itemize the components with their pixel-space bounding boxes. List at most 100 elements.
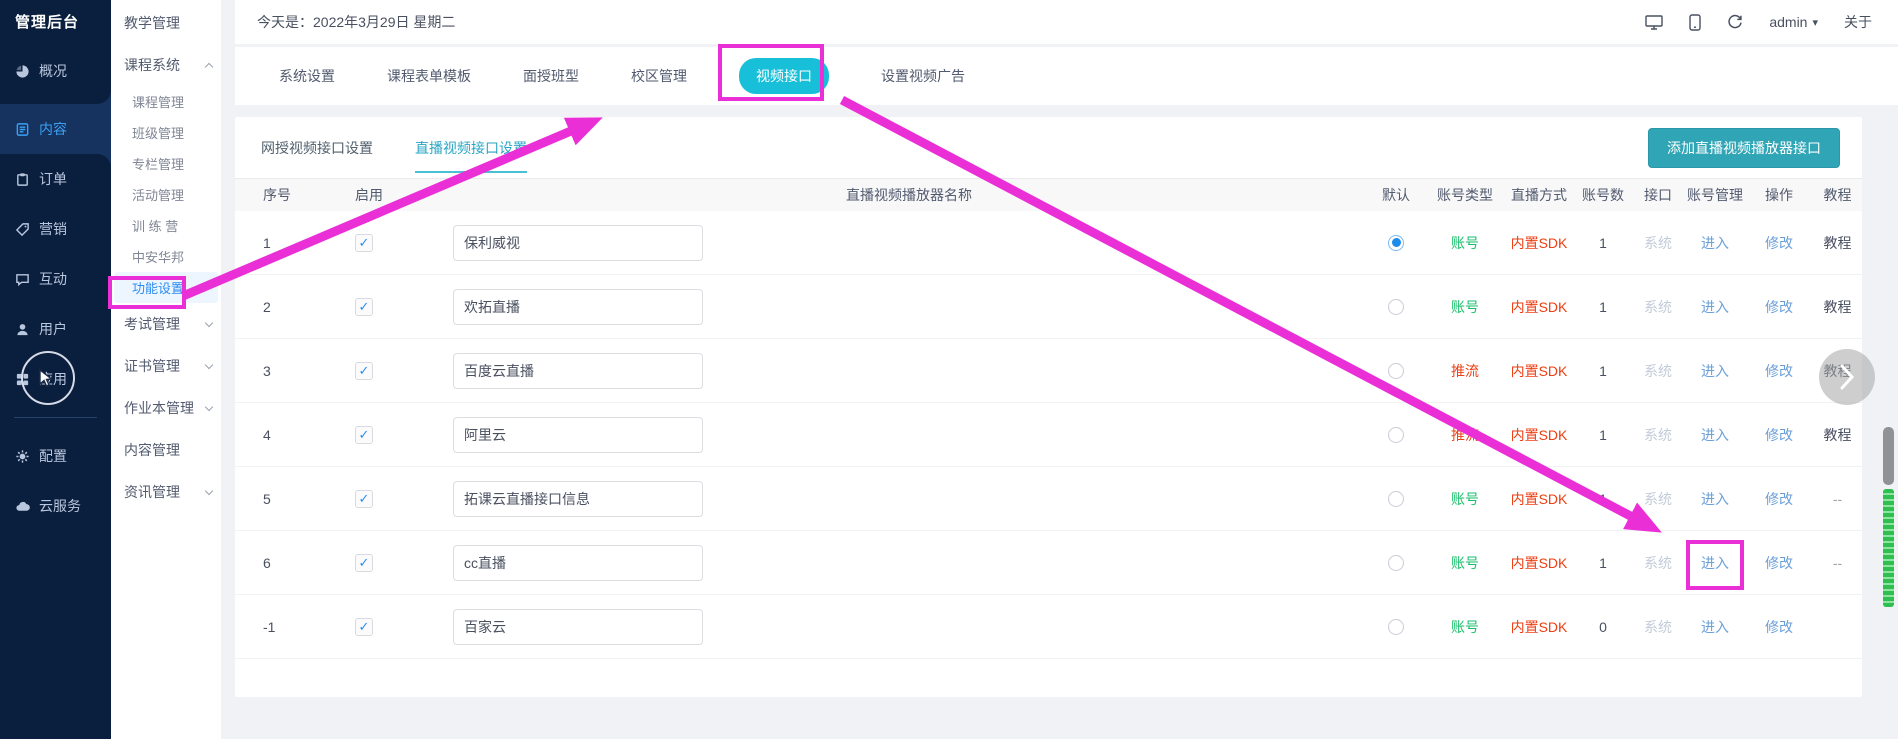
account-type: 账号 xyxy=(1427,617,1503,637)
modify-link[interactable]: 修改 xyxy=(1765,361,1793,381)
default-radio[interactable] xyxy=(1388,427,1404,443)
enable-checkbox[interactable]: ✓ xyxy=(355,490,373,508)
enable-checkbox[interactable]: ✓ xyxy=(355,234,373,252)
tab-课程表单模板[interactable]: 课程表单模板 xyxy=(387,66,471,86)
sidebar-item-label: 内容 xyxy=(39,119,67,139)
enable-checkbox[interactable]: ✓ xyxy=(355,554,373,572)
submenu-item[interactable]: 中安华邦 xyxy=(111,241,221,272)
enter-link[interactable]: 进入 xyxy=(1701,361,1729,381)
sidebar-item-label: 用户 xyxy=(39,319,67,339)
modify-link[interactable]: 修改 xyxy=(1765,553,1793,573)
submenu-item[interactable]: 考试管理 xyxy=(111,303,221,345)
submenu-item[interactable]: 活动管理 xyxy=(111,179,221,210)
submenu-item[interactable]: 功能设置 xyxy=(114,272,218,303)
tab-视频接口[interactable]: 视频接口 xyxy=(739,58,829,94)
sidebar-top-block: 管理后台 概况 xyxy=(0,0,111,104)
row-seq: 2 xyxy=(235,299,315,315)
user-icon xyxy=(15,322,30,337)
enter-link[interactable]: 进入 xyxy=(1701,617,1729,637)
enter-link[interactable]: 进入 xyxy=(1701,425,1729,445)
enable-checkbox[interactable]: ✓ xyxy=(355,298,373,316)
monitor-icon[interactable] xyxy=(1645,14,1663,30)
sidebar-item-content[interactable]: 内容 xyxy=(0,104,111,154)
player-name-input[interactable] xyxy=(453,225,703,261)
tab-面授班型[interactable]: 面授班型 xyxy=(523,66,579,86)
column-header: 教程 xyxy=(1813,185,1862,205)
enter-link[interactable]: 进入 xyxy=(1701,553,1729,573)
tab-设置视频广告[interactable]: 设置视频广告 xyxy=(881,66,965,86)
subtab-网授视频接口设置[interactable]: 网授视频接口设置 xyxy=(261,117,373,178)
submenu-item[interactable]: 课程管理 xyxy=(111,86,221,117)
phone-icon[interactable] xyxy=(1689,14,1701,31)
enable-checkbox[interactable]: ✓ xyxy=(355,426,373,444)
player-name-input[interactable] xyxy=(453,609,703,645)
sidebar-item-interaction[interactable]: 互动 xyxy=(0,254,111,304)
modify-link[interactable]: 修改 xyxy=(1765,425,1793,445)
content-card: 网授视频接口设置直播视频接口设置 添加直播视频播放器接口 序号启用直播视频播放器… xyxy=(235,117,1862,697)
submenu-item[interactable]: 课程系统 xyxy=(111,44,221,86)
app-title: 管理后台 xyxy=(0,0,111,46)
default-radio[interactable] xyxy=(1388,619,1404,635)
tutorial-link: -- xyxy=(1813,491,1862,507)
column-header: 账号数 xyxy=(1575,185,1631,205)
default-radio[interactable] xyxy=(1388,491,1404,507)
modify-link[interactable]: 修改 xyxy=(1765,297,1793,317)
default-radio[interactable] xyxy=(1388,299,1404,315)
submenu-item[interactable]: 内容管理 xyxy=(111,429,221,471)
sidebar-item-pie-chart[interactable]: 概况 xyxy=(0,46,111,96)
user-menu[interactable]: admin ▾ xyxy=(1769,14,1818,30)
submenu-item[interactable]: 班级管理 xyxy=(111,117,221,148)
enter-link[interactable]: 进入 xyxy=(1701,297,1729,317)
main-area: 今天是：2022年3月29日 星期二 admin ▾ xyxy=(221,0,1898,739)
scrollbar-thumb[interactable] xyxy=(1883,427,1894,485)
enter-link[interactable]: 进入 xyxy=(1701,233,1729,253)
refresh-icon[interactable] xyxy=(1727,14,1743,30)
tutorial-link[interactable]: 教程 xyxy=(1813,297,1862,317)
column-header: 默认 xyxy=(1365,185,1427,205)
interaction-icon xyxy=(15,272,30,287)
tab-系统设置[interactable]: 系统设置 xyxy=(279,66,335,86)
chevron-down-icon xyxy=(205,402,213,410)
player-name-input[interactable] xyxy=(453,481,703,517)
add-live-player-button[interactable]: 添加直播视频播放器接口 xyxy=(1648,128,1840,168)
account-count: 1 xyxy=(1575,427,1631,443)
player-name-input[interactable] xyxy=(453,353,703,389)
enter-link[interactable]: 进入 xyxy=(1701,489,1729,509)
default-radio[interactable] xyxy=(1388,363,1404,379)
submenu-item[interactable]: 作业本管理 xyxy=(111,387,221,429)
table-row: 1✓账号内置SDK1系统进入修改教程 xyxy=(235,211,1862,275)
enable-checkbox[interactable]: ✓ xyxy=(355,362,373,380)
submenu-item[interactable]: 教学管理 xyxy=(111,2,221,44)
table-body: 1✓账号内置SDK1系统进入修改教程2✓账号内置SDK1系统进入修改教程3✓推流… xyxy=(235,211,1862,659)
tab-校区管理[interactable]: 校区管理 xyxy=(631,66,687,86)
player-name-input[interactable] xyxy=(453,289,703,325)
enable-checkbox[interactable]: ✓ xyxy=(355,618,373,636)
tutorial-link[interactable]: 教程 xyxy=(1813,233,1862,253)
next-page-button[interactable] xyxy=(1819,349,1875,405)
submenu-item[interactable]: 证书管理 xyxy=(111,345,221,387)
scroll-indicator-green xyxy=(1883,489,1894,607)
modify-link[interactable]: 修改 xyxy=(1765,617,1793,637)
column-header: 账号类型 xyxy=(1427,185,1503,205)
chevron-up-icon xyxy=(205,62,213,70)
player-name-input[interactable] xyxy=(453,417,703,453)
sidebar-item-gear[interactable]: 配置 xyxy=(0,431,111,481)
submenu-item[interactable]: 专栏管理 xyxy=(111,148,221,179)
sidebar-item-user[interactable]: 用户 xyxy=(0,304,111,354)
submenu-item[interactable]: 资讯管理 xyxy=(111,471,221,513)
default-radio[interactable] xyxy=(1388,235,1404,251)
column-header: 直播方式 xyxy=(1503,185,1575,205)
column-header: 接口 xyxy=(1631,185,1685,205)
default-radio[interactable] xyxy=(1388,555,1404,571)
subtab-直播视频接口设置[interactable]: 直播视频接口设置 xyxy=(415,117,527,178)
about-link[interactable]: 关于 xyxy=(1844,12,1872,32)
player-name-input[interactable] xyxy=(453,545,703,581)
tutorial-link[interactable]: 教程 xyxy=(1813,425,1862,445)
modify-link[interactable]: 修改 xyxy=(1765,489,1793,509)
submenu-item-label: 中安华邦 xyxy=(132,247,184,266)
sidebar-item-cloud[interactable]: 云服务 xyxy=(0,481,111,531)
submenu-item[interactable]: 训 练 营 xyxy=(111,210,221,241)
sidebar-item-marketing[interactable]: 营销 xyxy=(0,204,111,254)
sidebar-item-order[interactable]: 订单 xyxy=(0,154,111,204)
modify-link[interactable]: 修改 xyxy=(1765,233,1793,253)
